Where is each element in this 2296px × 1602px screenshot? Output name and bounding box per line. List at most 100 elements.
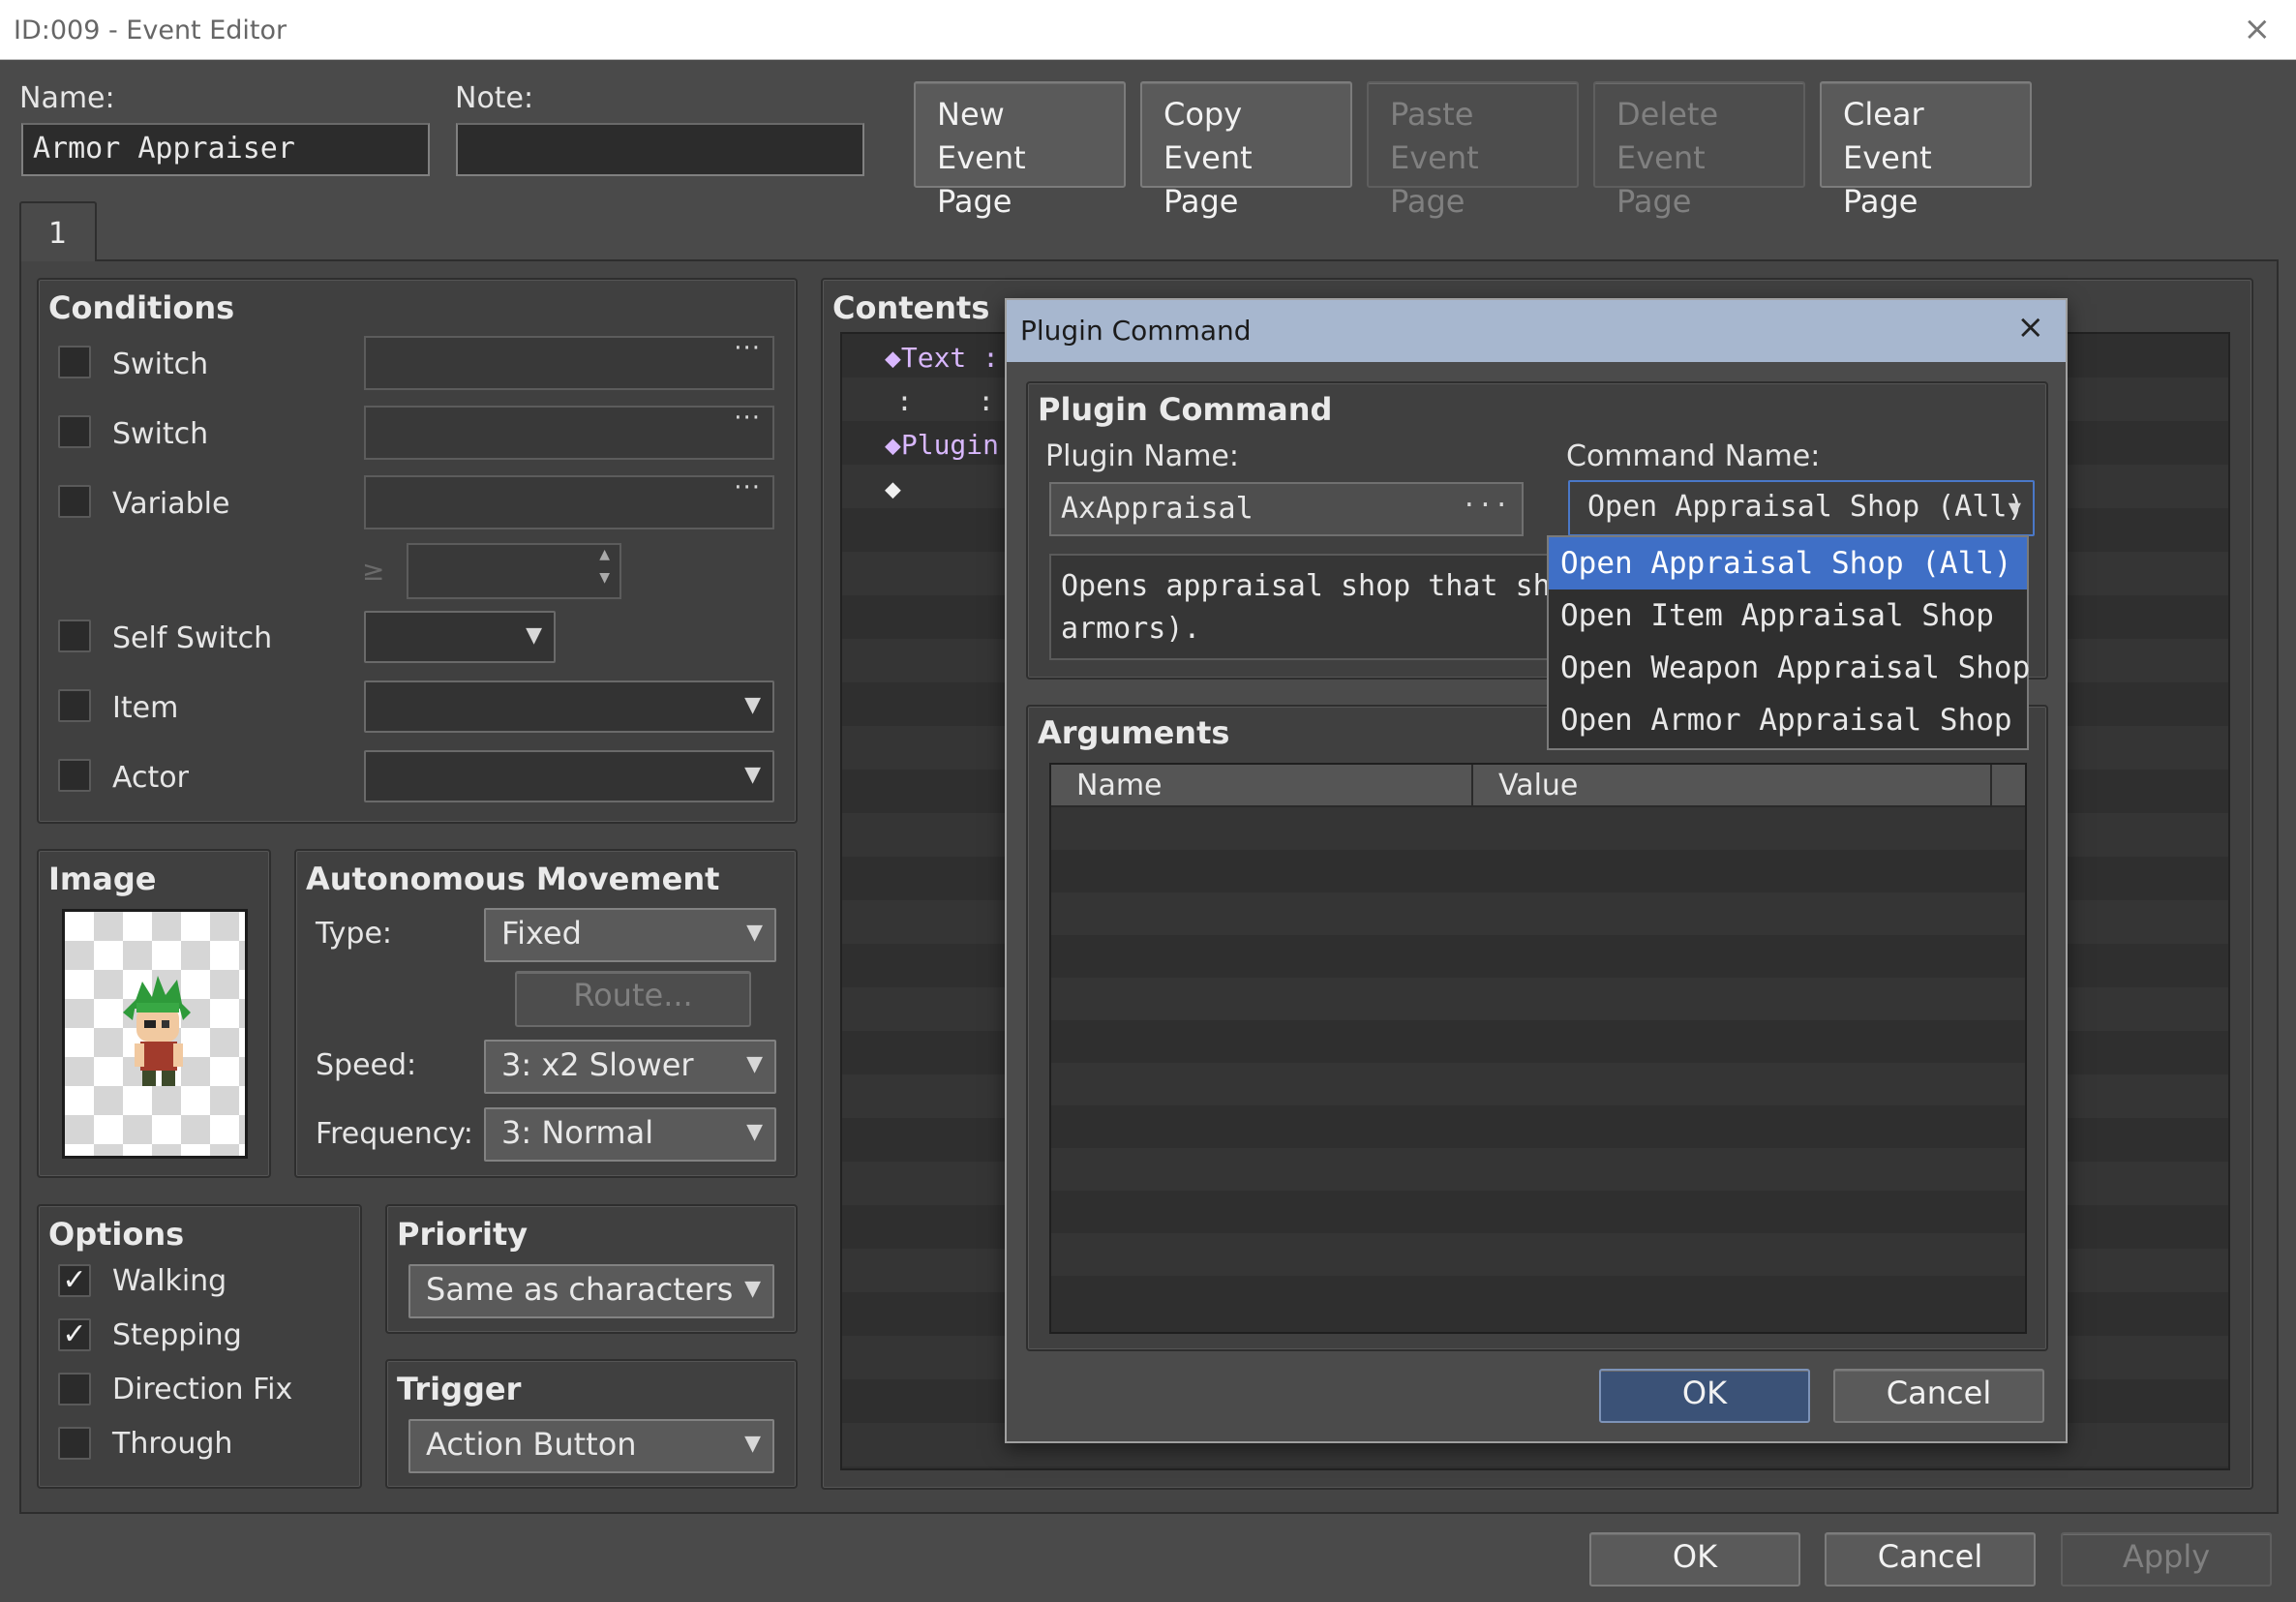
conditions-group: Conditions Switch ··· Switch ··· Variabl… <box>37 278 798 824</box>
spin-down-icon[interactable]: ▼ <box>599 570 610 586</box>
image-group: Image <box>37 849 271 1178</box>
column-header-name[interactable]: Name <box>1051 765 1473 807</box>
dropdown-option-appraisal-all[interactable]: Open Appraisal Shop (All) <box>1549 537 2027 589</box>
command-line: : : <box>896 385 995 417</box>
name-input[interactable]: Armor Appraiser <box>21 123 430 176</box>
type-value: Fixed <box>501 915 582 952</box>
copy-event-page-button[interactable]: Copy Event Page <box>1140 81 1352 220</box>
arguments-table[interactable]: Name Value <box>1049 763 2027 1334</box>
self-switch-checkbox[interactable] <box>58 620 91 652</box>
dialog-ok-button[interactable]: OK <box>1599 1369 1810 1423</box>
command-line: ◆ <box>885 472 901 504</box>
priority-dropdown[interactable]: Same as characters ▼ <box>408 1264 774 1318</box>
variable-label: Variable <box>112 487 230 521</box>
self-switch-dropdown[interactable]: ▼ <box>364 611 556 663</box>
table-row <box>1051 1105 2025 1148</box>
walking-checkbox[interactable]: ✓ <box>58 1264 91 1297</box>
new-event-page-line1: New <box>937 96 1005 133</box>
delete-event-page-button[interactable]: Delete Event Page <box>1593 81 1805 220</box>
item-checkbox[interactable] <box>58 689 91 722</box>
ok-button[interactable]: OK <box>1589 1532 1800 1587</box>
variable-value-spinner[interactable]: ▲ ▼ <box>407 543 621 599</box>
apply-button[interactable]: Apply <box>2061 1532 2272 1587</box>
frequency-dropdown[interactable]: 3: Normal ▼ <box>484 1107 776 1162</box>
speed-label: Speed: <box>316 1048 417 1082</box>
command-name-dropdown[interactable]: Open Appraisal Shop (All) ▼ <box>1568 480 2035 536</box>
actor-dropdown[interactable]: ▼ <box>364 750 774 802</box>
direction-fix-label: Direction Fix <box>112 1373 293 1406</box>
speed-dropdown[interactable]: 3: x2 Slower ▼ <box>484 1040 776 1094</box>
actor-checkbox[interactable] <box>58 759 91 792</box>
close-icon[interactable]: × <box>2244 10 2272 48</box>
image-title: Image <box>48 861 157 897</box>
speed-value: 3: x2 Slower <box>501 1046 694 1083</box>
table-row <box>1051 850 2025 892</box>
name-label: Name: <box>19 81 115 115</box>
dialog-cancel-button[interactable]: Cancel <box>1833 1369 2044 1423</box>
dropdown-arrow-icon: ▼ <box>2008 497 2021 521</box>
command-name-value: Open Appraisal Shop (All) <box>1587 490 2025 524</box>
dropdown-arrow-icon: ▼ <box>746 1120 763 1144</box>
dropdown-option-weapon-appraisal[interactable]: Open Weapon Appraisal Shop <box>1549 642 2030 694</box>
variable-checkbox[interactable] <box>58 485 91 518</box>
priority-group: Priority Same as characters ▼ <box>385 1204 798 1334</box>
trigger-dropdown[interactable]: Action Button ▼ <box>408 1419 774 1473</box>
dropdown-arrow-icon: ▼ <box>744 693 761 717</box>
dropdown-option-item-appraisal[interactable]: Open Item Appraisal Shop <box>1549 589 2027 642</box>
conditions-title: Conditions <box>48 289 235 326</box>
switch1-checkbox[interactable] <box>58 346 91 378</box>
event-image-preview[interactable] <box>62 909 248 1159</box>
arguments-title: Arguments <box>1038 714 1230 751</box>
paste-event-page-line2: Event Page <box>1390 139 1479 220</box>
walking-label: Walking <box>112 1264 227 1298</box>
new-event-page-button[interactable]: New Event Page <box>914 81 1126 220</box>
column-header-value[interactable]: Value <box>1473 765 1992 807</box>
gte-symbol: ≥ <box>362 555 385 587</box>
stepping-checkbox[interactable]: ✓ <box>58 1318 91 1351</box>
through-checkbox[interactable] <box>58 1427 91 1460</box>
table-row <box>1051 1063 2025 1105</box>
arguments-group: Arguments Name Value <box>1026 705 2048 1351</box>
clear-event-page-line1: Clear <box>1843 96 1924 133</box>
route-button[interactable]: Route... <box>515 971 751 1027</box>
trigger-value: Action Button <box>426 1426 637 1463</box>
switch2-checkbox[interactable] <box>58 415 91 448</box>
tab-page-1[interactable]: 1 <box>19 201 97 261</box>
self-switch-label: Self Switch <box>112 621 273 655</box>
table-row <box>1051 807 2025 850</box>
clear-event-page-line2: Event Page <box>1843 139 1932 220</box>
variable-selector[interactable]: ··· <box>364 475 774 529</box>
trigger-title: Trigger <box>397 1371 522 1407</box>
close-icon[interactable]: × <box>2017 308 2045 347</box>
dropdown-option-armor-appraisal[interactable]: Open Armor Appraisal Shop <box>1549 694 2027 746</box>
note-label: Note: <box>455 81 534 115</box>
dialog-titlebar: Plugin Command × <box>1007 300 2066 362</box>
paste-event-page-button[interactable]: Paste Event Page <box>1367 81 1579 220</box>
table-row <box>1051 1020 2025 1063</box>
type-dropdown[interactable]: Fixed ▼ <box>484 908 776 962</box>
switch2-selector[interactable]: ··· <box>364 406 774 460</box>
table-row <box>1051 1233 2025 1276</box>
switch1-label: Switch <box>112 348 209 381</box>
priority-title: Priority <box>397 1216 529 1253</box>
frequency-label: Frequency: <box>316 1117 473 1151</box>
character-sprite-icon <box>123 976 191 1086</box>
trigger-group: Trigger Action Button ▼ <box>385 1359 798 1489</box>
options-title: Options <box>48 1216 185 1253</box>
command-name-dropdown-list: Open Appraisal Shop (All) Open Item Appr… <box>1547 535 2030 750</box>
tab-page-1-label: 1 <box>48 217 68 251</box>
note-input[interactable] <box>456 123 864 176</box>
plugin-command-group-title: Plugin Command <box>1038 391 1333 428</box>
priority-value: Same as characters <box>426 1271 734 1308</box>
command-line: ◆Text : <box>885 342 1000 374</box>
clear-event-page-button[interactable]: Clear Event Page <box>1820 81 2032 220</box>
switch1-selector[interactable]: ··· <box>364 336 774 390</box>
plugin-name-selector[interactable]: AxAppraisal ··· <box>1049 482 1524 536</box>
cancel-button[interactable]: Cancel <box>1825 1532 2036 1587</box>
spin-up-icon[interactable]: ▲ <box>599 547 610 562</box>
dropdown-arrow-icon: ▼ <box>744 1432 761 1456</box>
contents-title: Contents <box>832 289 990 326</box>
options-group: Options ✓ Walking ✓ Stepping Direction F… <box>37 1204 362 1489</box>
direction-fix-checkbox[interactable] <box>58 1373 91 1406</box>
item-dropdown[interactable]: ▼ <box>364 680 774 733</box>
